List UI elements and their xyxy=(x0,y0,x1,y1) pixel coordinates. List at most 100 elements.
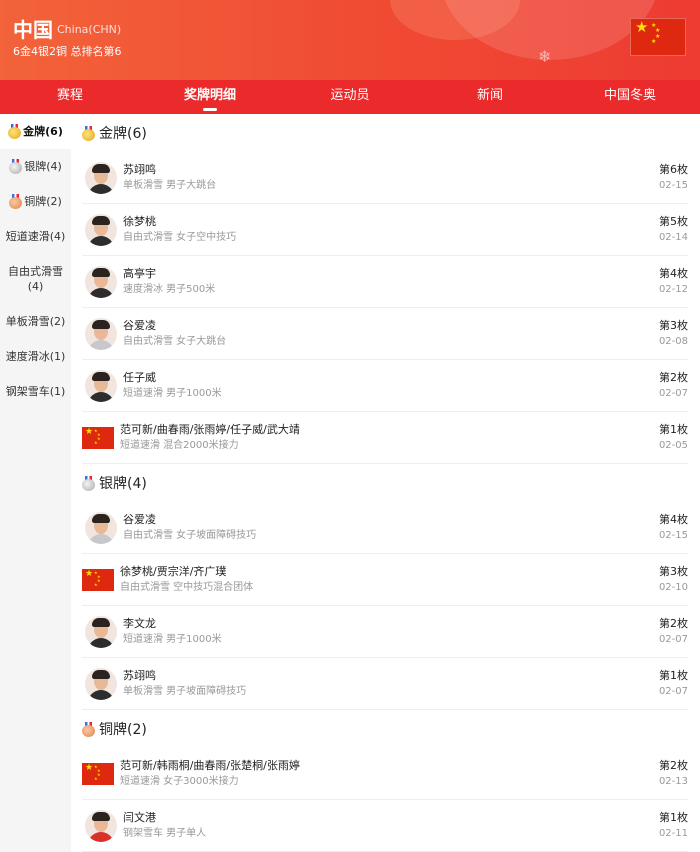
sidebar-item-label: 金牌(6) xyxy=(23,125,63,138)
athlete-name: 范可新/曲春雨/张雨婷/任子威/武大靖 xyxy=(120,423,300,436)
athlete-name: 李文龙 xyxy=(123,617,156,630)
medal-date: 02-07 xyxy=(658,388,688,399)
medal-row[interactable]: ★ ★ ★ ★ ★ 范可新/韩雨桐/曲春雨/张楚桐/张雨婷 短道速滑 女子3000米接力 第2… xyxy=(82,748,688,800)
tab-3[interactable]: 新闻 xyxy=(420,80,560,114)
medal-row[interactable]: 谷爱凌自由式滑雪 女子大跳台 第3枚 02-08 xyxy=(82,308,688,360)
bronze-medal-icon xyxy=(9,194,23,209)
athlete-avatar xyxy=(85,317,117,350)
medal-date: 02-05 xyxy=(658,440,688,451)
event-name: 单板滑雪 男子大跳台 xyxy=(123,180,217,191)
medal-rank: 第4枚 xyxy=(659,267,688,280)
tab-1[interactable]: 奖牌明细 xyxy=(140,80,280,114)
sidebar-item-label: 速度滑冰(1) xyxy=(5,350,66,363)
china-flag-icon: ★ ★ ★ ★ ★ xyxy=(82,568,114,591)
sidebar-item-label: 银牌(4) xyxy=(24,160,62,173)
bronze-medal-icon xyxy=(82,721,95,737)
medal-rank: 第1枚 xyxy=(659,811,688,824)
medal-row[interactable]: 苏翊鸣 单板滑雪 男子大跳台 第6枚 02-15 xyxy=(82,152,688,204)
silver-medal-icon xyxy=(9,159,23,174)
athlete-avatar xyxy=(85,265,117,298)
sidebar-item-label: 钢架雪车(1) xyxy=(5,385,66,398)
medal-row[interactable]: 谷爱凌 自由式滑雪 女子坡面障碍技巧 第4枚 02-15 xyxy=(82,502,688,554)
sidebar-item-label: 短道速滑(4) xyxy=(5,230,66,243)
athlete-avatar xyxy=(85,213,117,246)
medal-date: 02-11 xyxy=(658,828,688,839)
event-name: 短道速滑 女子3000米接力 xyxy=(120,776,239,787)
athlete-avatar xyxy=(85,511,117,544)
sidebar-item-6[interactable]: 速度滑冰(1) xyxy=(0,339,71,374)
china-flag-icon: ★ ★ ★ ★ ★ xyxy=(82,426,114,449)
medal-row[interactable]: 闫文港 钢架雪车 男子单人 第1枚 02-11 xyxy=(82,800,688,852)
section-title-text: 金牌(6) xyxy=(99,126,147,142)
sidebar-item-label: 铜牌(2) xyxy=(24,195,62,208)
section-title-text: 铜牌(2) xyxy=(99,722,147,738)
event-name: 短道速滑 男子1000米 xyxy=(123,634,222,645)
athlete-avatar xyxy=(85,667,117,700)
event-name: 短道速滑 男子1000米 xyxy=(123,388,222,399)
medal-row[interactable]: ★ ★ ★ ★ ★ 范可新/曲春雨/张雨婷/任子威/武大靖 短道速滑 混合2000米接力 第1… xyxy=(82,412,688,464)
athlete-avatar xyxy=(85,161,117,194)
snowflake-icon: ❄ xyxy=(538,47,552,66)
medal-date: 02-07 xyxy=(658,634,688,645)
sidebar-item-5[interactable]: 单板滑雪(2) xyxy=(0,304,71,339)
sidebar-item-7[interactable]: 钢架雪车(1) xyxy=(0,374,71,409)
sidebar-item-3[interactable]: 短道速滑(4) xyxy=(0,219,71,254)
medal-date: 02-15 xyxy=(658,180,688,191)
medal-date: 02-13 xyxy=(658,776,688,787)
gold-medal-icon xyxy=(8,124,22,139)
sidebar-item-0[interactable]: 金牌(6) xyxy=(0,114,71,149)
athlete-name: 谷爱凌 xyxy=(123,319,156,332)
sidebar-item-4[interactable]: 自由式滑雪(4) xyxy=(0,254,71,304)
country-name: 中国 xyxy=(13,18,53,42)
china-flag-icon: ★ ★ ★ ★ ★ xyxy=(630,18,686,56)
china-flag-icon: ★ ★ ★ ★ ★ xyxy=(82,762,114,785)
event-name: 自由式滑雪 女子空中技巧 xyxy=(123,232,237,243)
medal-rank: 第6枚 xyxy=(659,163,688,176)
medal-summary: 6金4银2铜 总排名第6 xyxy=(13,45,122,58)
tab-2[interactable]: 运动员 xyxy=(280,80,420,114)
medal-date: 02-15 xyxy=(658,530,688,541)
medal-row[interactable]: 任子威 短道速滑 男子1000米 第2枚 02-07 xyxy=(82,360,688,412)
medal-rank: 第3枚 xyxy=(659,565,688,578)
athlete-avatar xyxy=(85,369,117,402)
event-name: 单板滑雪 男子坡面障碍技巧 xyxy=(123,686,247,697)
medal-row[interactable]: 苏翊鸣 单板滑雪 男子坡面障碍技巧 第1枚 02-07 xyxy=(82,658,688,710)
medal-date: 02-07 xyxy=(658,686,688,697)
tab-0[interactable]: 赛程 xyxy=(0,80,140,114)
event-name: 短道速滑 混合2000米接力 xyxy=(120,440,239,451)
medal-rank: 第1枚 xyxy=(659,669,688,682)
medal-row[interactable]: 李文龙 短道速滑 男子1000米 第2枚 02-07 xyxy=(82,606,688,658)
medal-date: 02-08 xyxy=(658,336,688,347)
athlete-name: 范可新/韩雨桐/曲春雨/张楚桐/张雨婷 xyxy=(120,759,300,772)
sidebar-item-2[interactable]: 铜牌(2) xyxy=(0,184,71,219)
medal-row[interactable]: ★ ★ ★ ★ ★ 徐梦桃/贾宗洋/齐广璞 自由式滑雪 空中技巧混合团体 第3枚 02-10 xyxy=(82,554,688,606)
medal-rank: 第1枚 xyxy=(659,423,688,436)
medal-list: 金牌(6) 苏翊鸣 单板滑雪 男子大跳台 第6枚 02-15 徐梦桃 自由式滑雪 女子空中技… xyxy=(71,114,700,852)
section-title-text: 银牌(4) xyxy=(99,476,147,492)
country-code: China(CHN) xyxy=(57,23,122,36)
sidebar-item-label: 自由式滑雪(4) xyxy=(8,265,63,293)
section-title: 金牌(6) xyxy=(82,114,688,152)
tab-bar: 赛程 奖牌明细 运动员 新闻 中国冬奥 xyxy=(0,80,700,114)
medal-rank: 第2枚 xyxy=(659,759,688,772)
section-title: 银牌(4) xyxy=(82,464,688,502)
athlete-name: 徐梦桃 xyxy=(123,215,156,228)
gold-medal-icon xyxy=(82,125,95,141)
tab-4[interactable]: 中国冬奥 xyxy=(560,80,700,114)
athlete-name: 徐梦桃/贾宗洋/齐广璞 xyxy=(120,565,227,578)
sidebar-item-1[interactable]: 银牌(4) xyxy=(0,149,71,184)
medal-rank: 第3枚 xyxy=(659,319,688,332)
athlete-name: 闫文港 xyxy=(123,811,156,824)
athlete-name: 高亭宇 xyxy=(123,267,156,280)
event-name: 自由式滑雪 女子大跳台 xyxy=(123,336,227,347)
section-title: 铜牌(2) xyxy=(82,710,688,748)
silver-medal-icon xyxy=(82,475,95,491)
event-name: 自由式滑雪 空中技巧混合团体 xyxy=(120,582,254,593)
event-name: 速度滑冰 男子500米 xyxy=(123,284,216,295)
medal-row[interactable]: 徐梦桃 自由式滑雪 女子空中技巧 第5枚 02-14 xyxy=(82,204,688,256)
country-header: ❄ 中国 China(CHN) 6金4银2铜 总排名第6 ★ ★ ★ ★ ★ xyxy=(0,0,700,80)
athlete-avatar xyxy=(85,809,117,842)
sidebar-item-label: 单板滑雪(2) xyxy=(5,315,66,328)
medal-date: 02-14 xyxy=(658,232,688,243)
medal-row[interactable]: 高亭宇 速度滑冰 男子500米 第4枚 02-12 xyxy=(82,256,688,308)
